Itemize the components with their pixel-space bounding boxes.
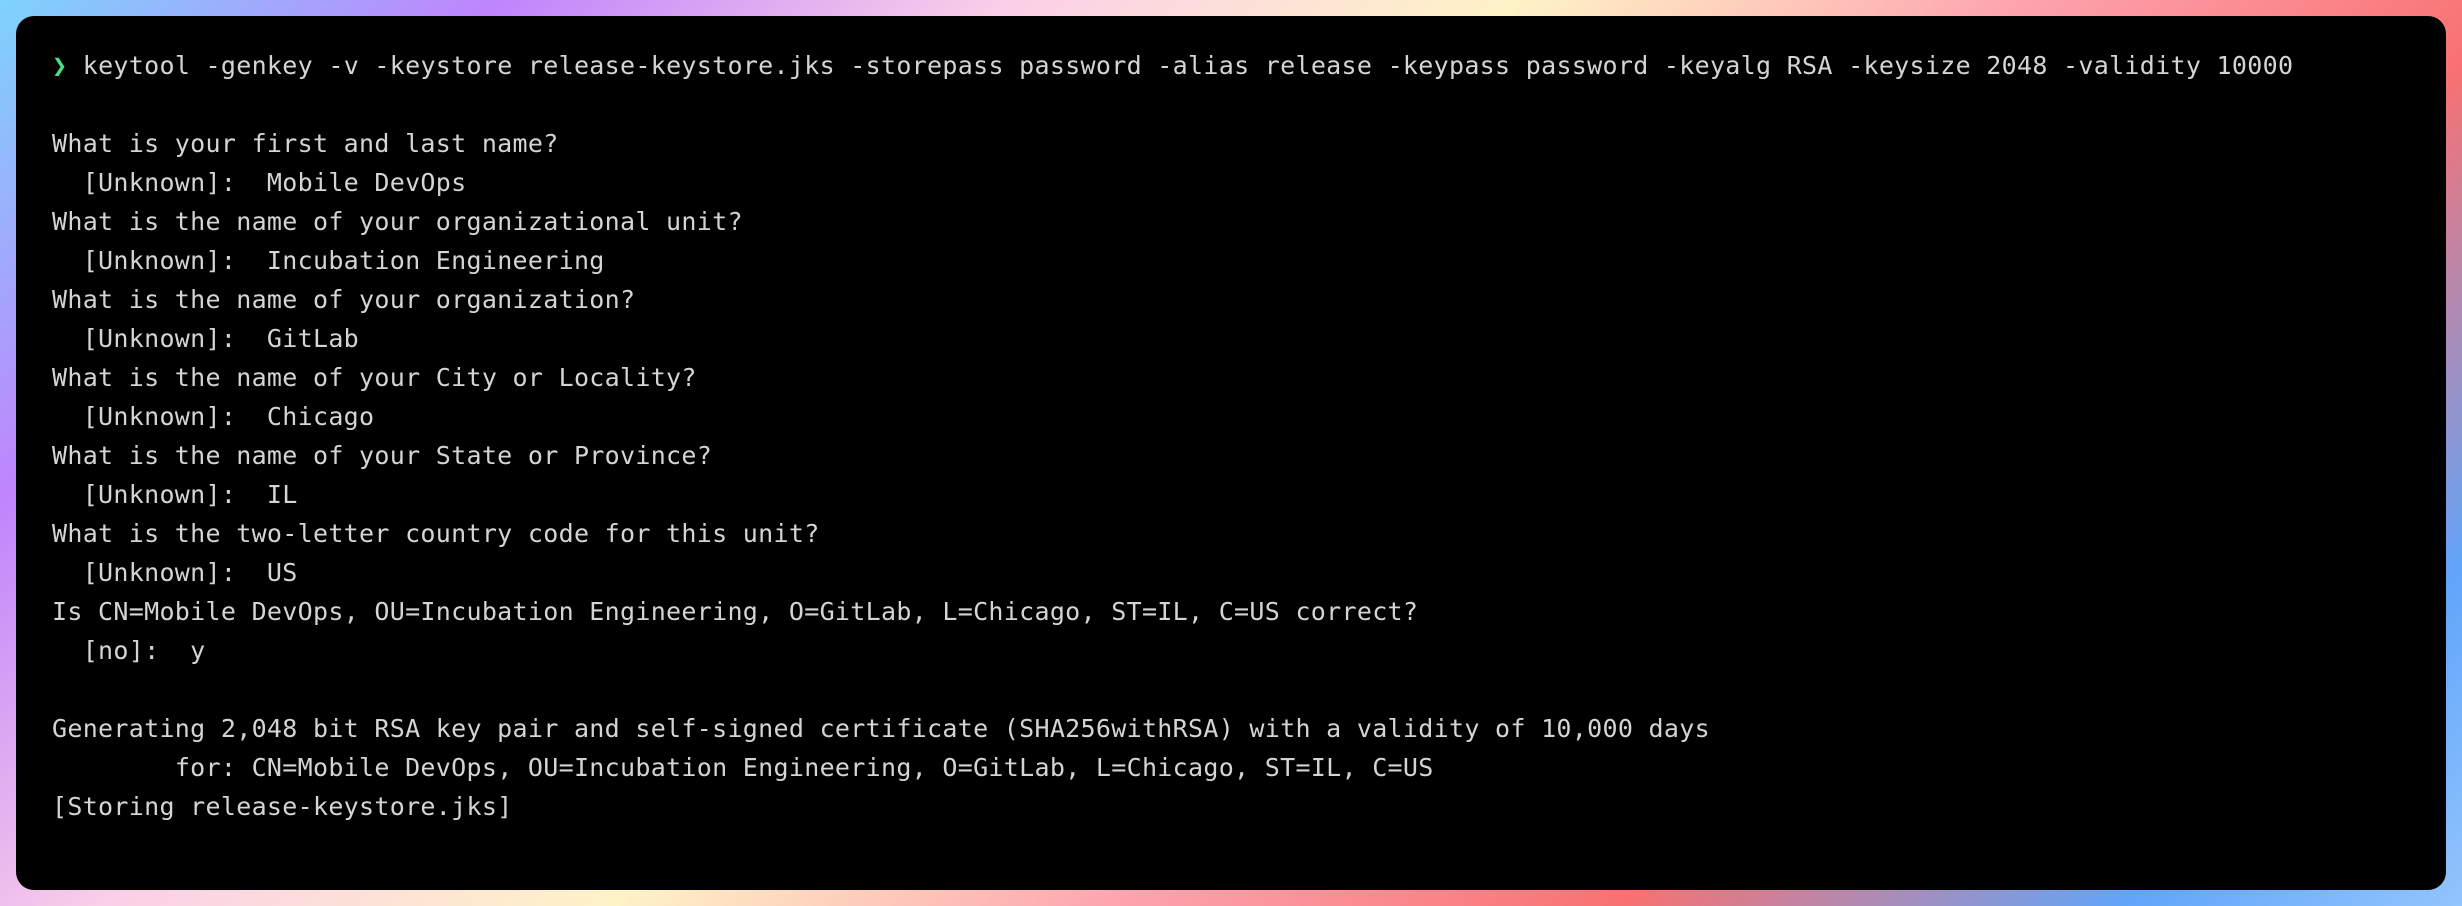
prompt-answer: Mobile DevOps — [267, 168, 467, 197]
confirm-answer: y — [190, 636, 205, 665]
blank-line — [52, 85, 2410, 124]
output-for: for: CN=Mobile DevOps, OU=Incubation Eng… — [52, 748, 2410, 787]
prompt-default: [Unknown]: — [83, 324, 237, 353]
prompt-default: [Unknown]: — [83, 246, 237, 275]
command-text: keytool -genkey -v -keystore release-key… — [83, 51, 2294, 80]
prompt-answer-line: [Unknown]: Incubation Engineering — [52, 241, 2410, 280]
prompt-answer-line: [Unknown]: Chicago — [52, 397, 2410, 436]
prompt-answer: US — [267, 558, 298, 587]
prompt-default: [Unknown]: — [83, 168, 237, 197]
prompt-symbol: ❯ — [52, 51, 67, 80]
confirm-answer-line: [no]: y — [52, 631, 2410, 670]
prompt-answer: IL — [267, 480, 298, 509]
terminal-window[interactable]: ❯ keytool -genkey -v -keystore release-k… — [16, 16, 2446, 890]
prompt-answer-line: [Unknown]: GitLab — [52, 319, 2410, 358]
prompt-answer-line: [Unknown]: Mobile DevOps — [52, 163, 2410, 202]
prompt-question: What is the name of your State or Provin… — [52, 436, 2410, 475]
prompt-answer: Incubation Engineering — [267, 246, 605, 275]
command-line: ❯ keytool -genkey -v -keystore release-k… — [52, 46, 2410, 85]
prompt-answer: Chicago — [267, 402, 374, 431]
prompt-question: What is your first and last name? — [52, 124, 2410, 163]
prompt-default: [Unknown]: — [83, 402, 237, 431]
prompt-question: What is the name of your organization? — [52, 280, 2410, 319]
confirm-default: [no]: — [83, 636, 160, 665]
output-storing: [Storing release-keystore.jks] — [52, 787, 2410, 826]
prompt-default: [Unknown]: — [83, 558, 237, 587]
prompt-question: What is the two-letter country code for … — [52, 514, 2410, 553]
blank-line — [52, 670, 2410, 709]
output-generating: Generating 2,048 bit RSA key pair and se… — [52, 709, 2410, 748]
prompt-question: What is the name of your organizational … — [52, 202, 2410, 241]
prompt-answer-line: [Unknown]: IL — [52, 475, 2410, 514]
prompt-question: What is the name of your City or Localit… — [52, 358, 2410, 397]
prompt-answer: GitLab — [267, 324, 359, 353]
prompt-default: [Unknown]: — [83, 480, 237, 509]
confirm-question: Is CN=Mobile DevOps, OU=Incubation Engin… — [52, 592, 2410, 631]
prompt-answer-line: [Unknown]: US — [52, 553, 2410, 592]
